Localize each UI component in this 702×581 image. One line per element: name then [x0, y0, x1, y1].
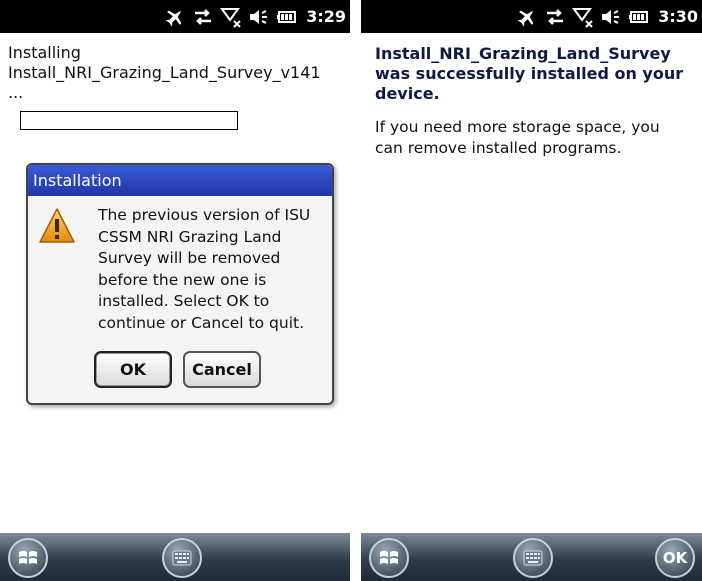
status-bar: 3:30 [361, 0, 702, 33]
left-screen: 3:29 Installing Install_NRI_Grazing_Land… [0, 0, 350, 581]
cancel-button[interactable]: Cancel [183, 351, 261, 388]
dialog-message: The previous version of ISU CSSM NRI Gra… [98, 206, 311, 332]
windows-start-button[interactable] [8, 538, 48, 578]
installation-dialog: Installation The previous version of ISU… [26, 163, 334, 405]
screen-divider [350, 0, 361, 581]
taskbar-ok-button[interactable]: OK [655, 538, 695, 578]
sync-arrows-icon [544, 6, 566, 28]
install-filename: Install_NRI_Grazing_Land_Survey_v141 [8, 63, 321, 82]
battery-icon [276, 6, 298, 28]
keyboard-button[interactable] [513, 538, 553, 578]
install-complete-content: Install_NRI_Grazing_Land_Survey was succ… [361, 33, 702, 533]
installing-label: Installing [8, 43, 81, 62]
ok-button[interactable]: OK [94, 351, 172, 388]
install-progress-bar [20, 111, 238, 130]
storage-hint-text: If you need more storage space, you can … [375, 118, 660, 157]
warning-icon [38, 207, 76, 245]
keyboard-icon [172, 550, 192, 566]
volume-icon [248, 6, 270, 28]
right-screen: 3:30 Install_NRI_Grazing_Land_Survey was… [361, 0, 702, 581]
taskbar: OK [361, 533, 702, 581]
install-success-title: Install_NRI_Grazing_Land_Survey was succ… [375, 44, 684, 103]
status-icons: 3:30 [516, 0, 698, 33]
status-clock: 3:30 [658, 7, 698, 26]
no-signal-icon [220, 6, 242, 28]
status-clock: 3:29 [306, 7, 346, 26]
plane-icon [516, 6, 538, 28]
no-signal-icon [572, 6, 594, 28]
dialog-title: Installation [28, 165, 332, 196]
keyboard-icon [523, 550, 543, 566]
volume-icon [600, 6, 622, 28]
keyboard-button[interactable] [162, 538, 202, 578]
taskbar [0, 533, 350, 581]
windows-start-button[interactable] [369, 538, 409, 578]
status-icons: 3:29 [164, 0, 346, 33]
status-bar: 3:29 [0, 0, 350, 33]
windows-start-icon [378, 547, 400, 569]
sync-arrows-icon [192, 6, 214, 28]
battery-icon [628, 6, 650, 28]
windows-start-icon [17, 547, 39, 569]
plane-icon [164, 6, 186, 28]
installer-content: Installing Install_NRI_Grazing_Land_Surv… [0, 33, 350, 533]
install-ellipsis: ... [8, 83, 24, 102]
